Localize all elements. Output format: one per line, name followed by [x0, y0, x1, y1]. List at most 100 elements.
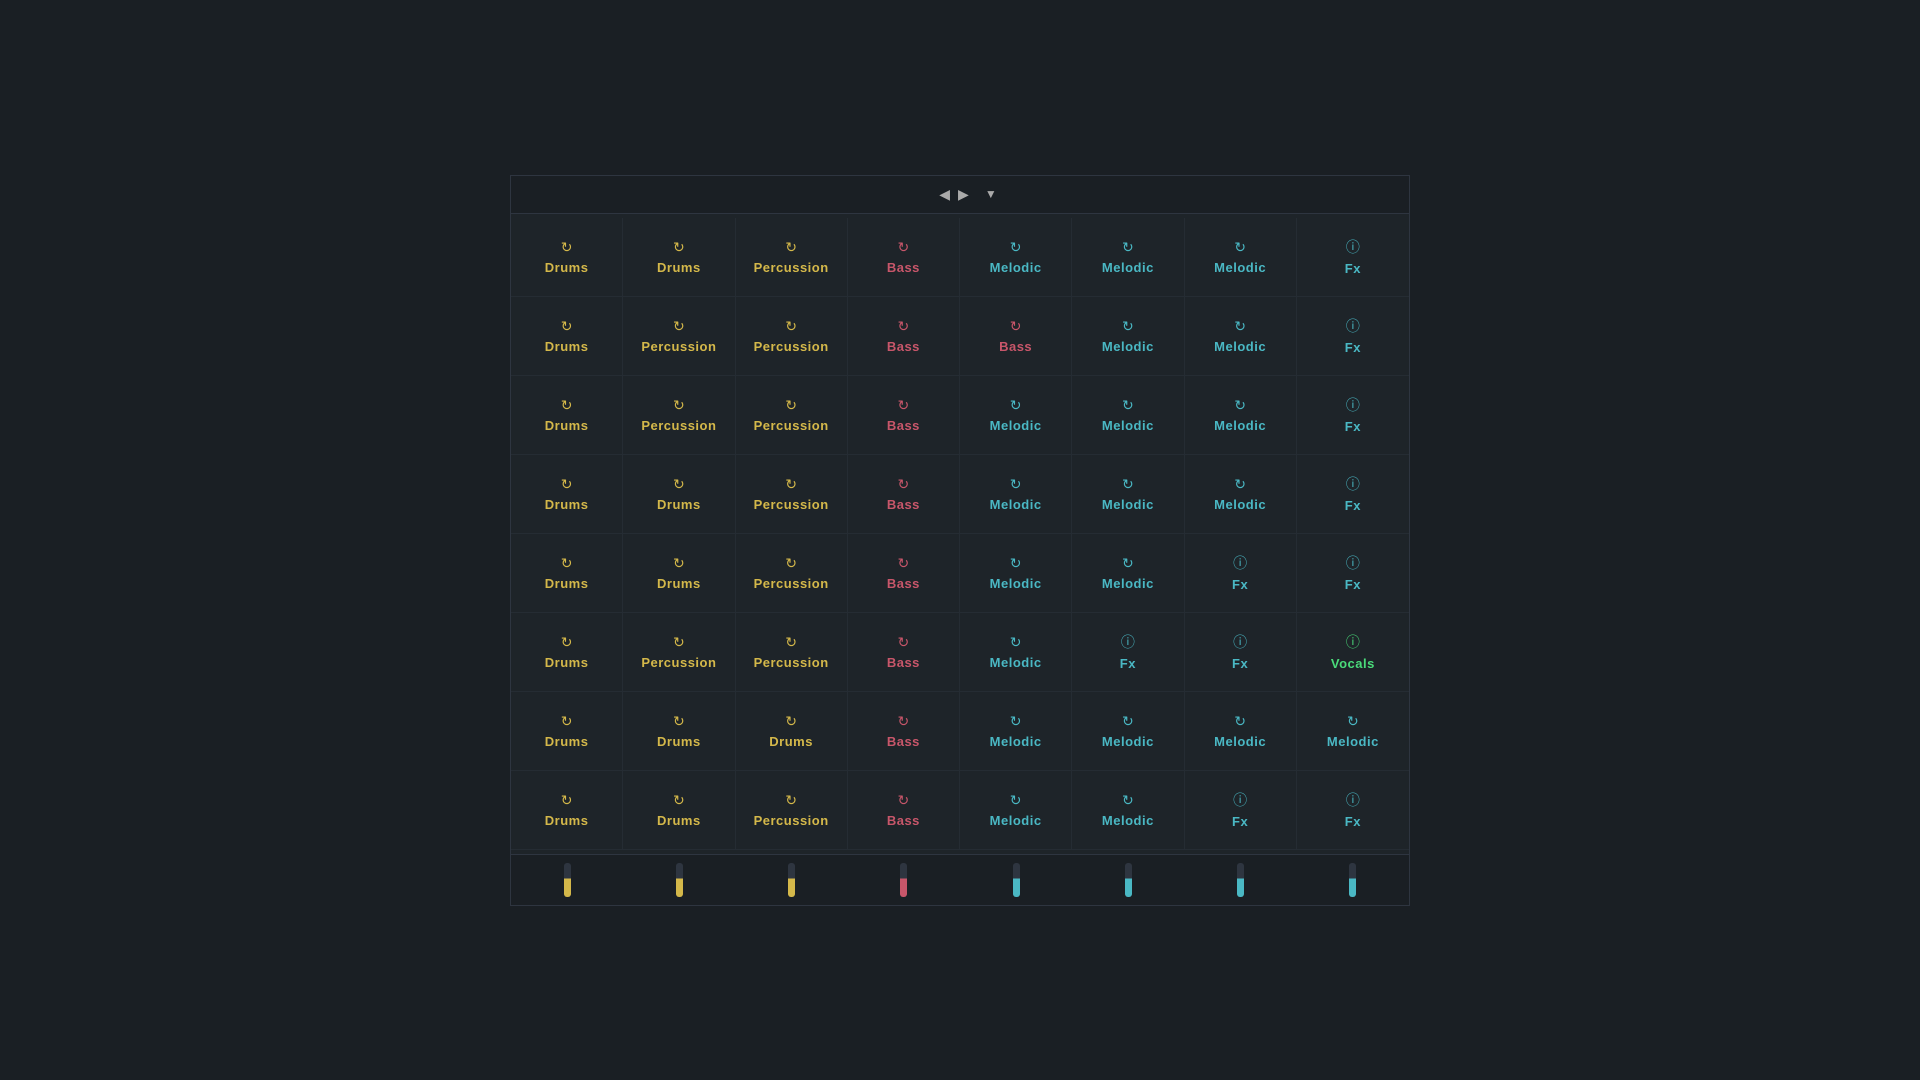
grid-cell-2-3[interactable]: ↻Bass — [848, 376, 960, 454]
grid-cell-4-5[interactable]: ↻Melodic — [1072, 534, 1184, 612]
grid-cell-0-0[interactable]: ↻Drums — [511, 218, 623, 296]
footer-cell-6[interactable] — [1185, 863, 1297, 897]
grid-cell-7-1[interactable]: ↻Drums — [623, 771, 735, 849]
grid-cell-0-7[interactable]: ⓘFx — [1297, 218, 1409, 296]
grid-cell-4-4[interactable]: ↻Melodic — [960, 534, 1072, 612]
grid-cell-1-2[interactable]: ↻Percussion — [736, 297, 848, 375]
volume-slider[interactable] — [900, 863, 907, 897]
grid-cell-7-4[interactable]: ↻Melodic — [960, 771, 1072, 849]
grid-cell-2-6[interactable]: ↻Melodic — [1185, 376, 1297, 454]
refresh-icon: ↻ — [785, 792, 797, 809]
grid-cell-6-6[interactable]: ↻Melodic — [1185, 692, 1297, 770]
grid-cell-4-6[interactable]: ⓘFx — [1185, 534, 1297, 612]
grid-cell-0-4[interactable]: ↻Melodic — [960, 218, 1072, 296]
grid-cell-4-1[interactable]: ↻Drums — [623, 534, 735, 612]
cell-label: Percussion — [641, 339, 716, 354]
info-icon: ⓘ — [1346, 790, 1360, 810]
grid-cell-1-5[interactable]: ↻Melodic — [1072, 297, 1184, 375]
volume-slider[interactable] — [1237, 863, 1244, 897]
cell-label: Melodic — [1214, 734, 1266, 749]
grid-cell-3-6[interactable]: ↻Melodic — [1185, 455, 1297, 533]
volume-slider[interactable] — [1013, 863, 1020, 897]
footer-cell-4[interactable] — [960, 863, 1072, 897]
grid-cell-0-6[interactable]: ↻Melodic — [1185, 218, 1297, 296]
grid-cell-3-1[interactable]: ↻Drums — [623, 455, 735, 533]
grid-cell-3-2[interactable]: ↻Percussion — [736, 455, 848, 533]
grid-cell-0-3[interactable]: ↻Bass — [848, 218, 960, 296]
grid-cell-5-7[interactable]: ⓘVocals — [1297, 613, 1409, 691]
footer-cell-2[interactable] — [736, 863, 848, 897]
volume-slider[interactable] — [1349, 863, 1356, 897]
grid-cell-6-5[interactable]: ↻Melodic — [1072, 692, 1184, 770]
grid-cell-7-7[interactable]: ⓘFx — [1297, 771, 1409, 849]
footer-cell-0[interactable] — [511, 863, 623, 897]
cell-label: Drums — [769, 734, 813, 749]
grid-cell-5-1[interactable]: ↻Percussion — [623, 613, 735, 691]
grid-cell-4-0[interactable]: ↻Drums — [511, 534, 623, 612]
grid-cell-1-7[interactable]: ⓘFx — [1297, 297, 1409, 375]
grid-cell-5-6[interactable]: ⓘFx — [1185, 613, 1297, 691]
grid-cell-3-5[interactable]: ↻Melodic — [1072, 455, 1184, 533]
grid-cell-3-4[interactable]: ↻Melodic — [960, 455, 1072, 533]
grid-cell-5-2[interactable]: ↻Percussion — [736, 613, 848, 691]
cell-label: Bass — [887, 339, 920, 354]
grid-row-7: ↻Drums↻Drums↻Percussion↻Bass↻Melodic↻Mel… — [511, 771, 1409, 850]
grid-cell-0-2[interactable]: ↻Percussion — [736, 218, 848, 296]
grid-cell-1-1[interactable]: ↻Percussion — [623, 297, 735, 375]
grid-cell-3-7[interactable]: ⓘFx — [1297, 455, 1409, 533]
refresh-icon: ↻ — [673, 634, 685, 651]
preset-dropdown-button[interactable]: ▼ — [985, 187, 997, 201]
grid-cell-2-5[interactable]: ↻Melodic — [1072, 376, 1184, 454]
footer-cell-1[interactable] — [623, 863, 735, 897]
volume-slider[interactable] — [788, 863, 795, 897]
grid-cell-5-0[interactable]: ↻Drums — [511, 613, 623, 691]
refresh-icon: ↻ — [673, 555, 685, 572]
prev-preset-button[interactable]: ◀ — [939, 186, 950, 203]
refresh-icon: ↻ — [673, 713, 685, 730]
grid-cell-6-2[interactable]: ↻Drums — [736, 692, 848, 770]
grid-cell-5-4[interactable]: ↻Melodic — [960, 613, 1072, 691]
volume-slider[interactable] — [1125, 863, 1132, 897]
grid-cell-4-2[interactable]: ↻Percussion — [736, 534, 848, 612]
grid-cell-3-3[interactable]: ↻Bass — [848, 455, 960, 533]
next-preset-button[interactable]: ▶ — [958, 186, 969, 203]
grid-cell-5-3[interactable]: ↻Bass — [848, 613, 960, 691]
grid-cell-6-1[interactable]: ↻Drums — [623, 692, 735, 770]
grid-cell-4-3[interactable]: ↻Bass — [848, 534, 960, 612]
grid-cell-7-5[interactable]: ↻Melodic — [1072, 771, 1184, 849]
refresh-icon: ↻ — [1234, 476, 1246, 493]
grid-cell-0-5[interactable]: ↻Melodic — [1072, 218, 1184, 296]
refresh-icon: ↻ — [561, 792, 573, 809]
grid-cell-2-2[interactable]: ↻Percussion — [736, 376, 848, 454]
grid-cell-0-1[interactable]: ↻Drums — [623, 218, 735, 296]
grid-cell-1-4[interactable]: ↻Bass — [960, 297, 1072, 375]
grid-cell-7-0[interactable]: ↻Drums — [511, 771, 623, 849]
grid-cell-1-3[interactable]: ↻Bass — [848, 297, 960, 375]
grid-cell-7-2[interactable]: ↻Percussion — [736, 771, 848, 849]
cell-label: Vocals — [1331, 656, 1375, 671]
grid-cell-2-4[interactable]: ↻Melodic — [960, 376, 1072, 454]
grid-cell-4-7[interactable]: ⓘFx — [1297, 534, 1409, 612]
grid-cell-1-6[interactable]: ↻Melodic — [1185, 297, 1297, 375]
grid-cell-6-3[interactable]: ↻Bass — [848, 692, 960, 770]
grid-cell-2-1[interactable]: ↻Percussion — [623, 376, 735, 454]
cell-label: Fx — [1232, 577, 1248, 592]
grid-cell-6-7[interactable]: ↻Melodic — [1297, 692, 1409, 770]
refresh-icon: ↻ — [1010, 318, 1022, 335]
grid-cell-5-5[interactable]: ⓘFx — [1072, 613, 1184, 691]
footer-cell-3[interactable] — [848, 863, 960, 897]
grid-cell-7-3[interactable]: ↻Bass — [848, 771, 960, 849]
cell-label: Fx — [1345, 577, 1361, 592]
volume-slider[interactable] — [564, 863, 571, 897]
cell-label: Melodic — [990, 576, 1042, 591]
volume-slider[interactable] — [676, 863, 683, 897]
grid-cell-6-4[interactable]: ↻Melodic — [960, 692, 1072, 770]
footer-cell-7[interactable] — [1297, 863, 1409, 897]
footer-cell-5[interactable] — [1072, 863, 1184, 897]
grid-cell-2-0[interactable]: ↻Drums — [511, 376, 623, 454]
grid-cell-7-6[interactable]: ⓘFx — [1185, 771, 1297, 849]
grid-cell-3-0[interactable]: ↻Drums — [511, 455, 623, 533]
grid-cell-1-0[interactable]: ↻Drums — [511, 297, 623, 375]
grid-cell-2-7[interactable]: ⓘFx — [1297, 376, 1409, 454]
grid-cell-6-0[interactable]: ↻Drums — [511, 692, 623, 770]
